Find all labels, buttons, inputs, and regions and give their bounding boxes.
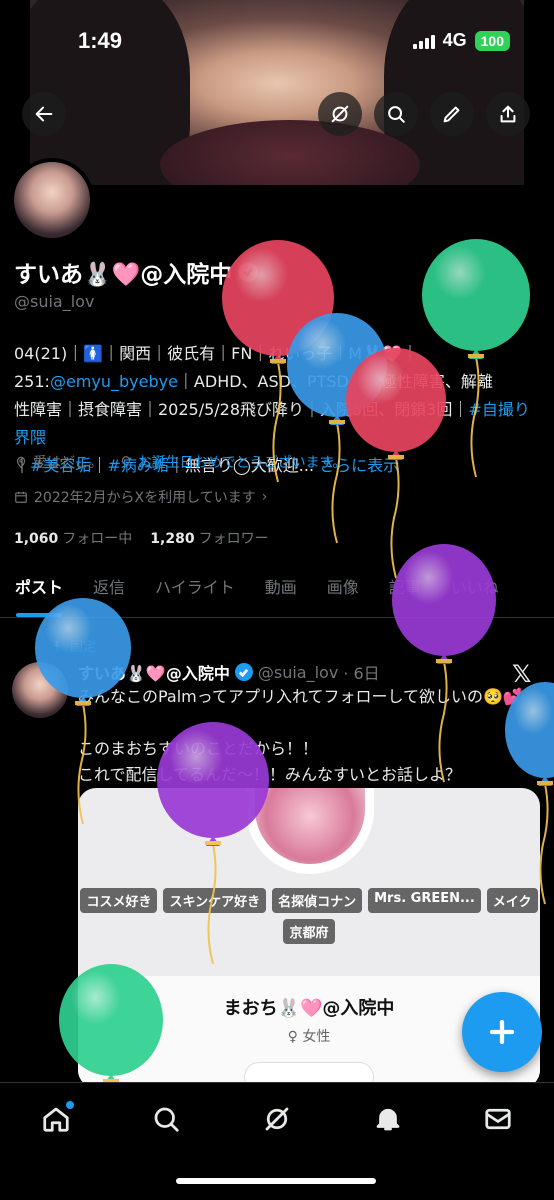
share-icon xyxy=(500,105,516,123)
bio-line-2-text: 251: xyxy=(14,372,50,391)
following-count: 1,060 xyxy=(14,531,59,547)
nav-messages[interactable] xyxy=(478,1099,518,1139)
profile-meta: 愛はどこ。 お誕生日おめでとうございます。 xyxy=(14,452,346,472)
location-pin-icon xyxy=(16,456,26,469)
tab-likes[interactable]: いいね xyxy=(436,566,514,617)
card-tag: コスメ好き xyxy=(80,888,158,913)
card-tags: コスメ好き スキンケア好き 名探偵コナン Mrs. GREEN... メイク 京… xyxy=(78,888,540,944)
edit-button[interactable] xyxy=(430,92,474,136)
bio-line-2-rest: ｜ADHD、ASD、PTSD、双極性障害、解離 xyxy=(177,372,493,391)
share-button[interactable] xyxy=(486,92,530,136)
tab-articles[interactable]: 記事 xyxy=(374,566,436,617)
pinned-indicator: 固定 xyxy=(50,636,96,655)
signal-icon xyxy=(412,33,435,49)
joined-text: 2022年2月からXを利用しています xyxy=(34,490,256,506)
status-indicators: 4G 100 xyxy=(412,30,510,51)
grok-icon xyxy=(265,1107,289,1131)
battery-icon: 100 xyxy=(474,30,510,51)
profile-tabs: ポスト 返信 ハイライト 動画 画像 記事 いいね xyxy=(0,566,554,618)
nav-search[interactable] xyxy=(146,1099,186,1139)
card-tag: 名探偵コナン xyxy=(272,888,363,913)
post-header: すいあ🐰🩷@入院中 @suia_lov · 6日 xyxy=(78,660,380,684)
back-arrow-icon xyxy=(35,106,53,122)
follow-stats: 1,060 フォロー中 1,280 フォロワー xyxy=(14,528,269,548)
location-text: 愛はどこ。 xyxy=(33,455,103,471)
messages-icon xyxy=(485,1108,511,1130)
post-author-handle: @suia_lov xyxy=(257,662,339,682)
pinned-label: 固定 xyxy=(70,640,97,655)
nav-home[interactable] xyxy=(36,1099,76,1139)
back-button[interactable] xyxy=(22,92,66,136)
post-author-name[interactable]: すいあ🐰🩷@入院中 xyxy=(78,660,230,684)
grok-icon xyxy=(331,105,349,123)
pencil-icon xyxy=(443,106,460,123)
network-type: 4G xyxy=(442,30,467,50)
compose-button[interactable] xyxy=(462,992,542,1072)
tab-videos[interactable]: 動画 xyxy=(250,566,312,617)
profile-handle: @suia_lov xyxy=(14,292,95,311)
card-tag: Mrs. GREEN... xyxy=(368,888,481,913)
verified-badge-icon xyxy=(234,663,253,681)
card-tag: 京都府 xyxy=(283,919,335,944)
notification-dot xyxy=(66,1101,74,1109)
post-time[interactable]: · 6日 xyxy=(343,660,379,684)
birthday-link[interactable]: お誕生日おめでとうございます。 xyxy=(138,452,347,472)
chevron-right-icon: › xyxy=(261,489,268,505)
followers-link[interactable]: 1,280 フォロワー xyxy=(150,528,268,548)
card-avatar xyxy=(246,788,374,874)
tab-photos[interactable]: 画像 xyxy=(312,566,374,617)
post-author-avatar[interactable] xyxy=(12,662,68,718)
plus-icon xyxy=(489,1019,515,1045)
home-indicator xyxy=(176,1178,376,1184)
tab-replies[interactable]: 返信 xyxy=(78,566,140,617)
tab-posts[interactable]: ポスト xyxy=(0,566,78,617)
search-icon xyxy=(154,1107,179,1132)
notifications-icon xyxy=(376,1108,400,1131)
followers-count: 1,280 xyxy=(150,531,195,547)
balloon-icon xyxy=(121,456,130,468)
tab-highlights[interactable]: ハイライト xyxy=(140,566,250,617)
pin-icon xyxy=(53,640,61,651)
status-time: 1:49 xyxy=(78,28,123,53)
joined-date[interactable]: 2022年2月からXを利用しています › xyxy=(14,487,267,507)
card-tag: スキンケア好き xyxy=(163,888,267,913)
profile-avatar[interactable] xyxy=(10,158,94,242)
home-icon xyxy=(43,1107,69,1132)
followers-label: フォロワー xyxy=(198,531,269,547)
card-tag: メイク xyxy=(486,888,538,913)
search-button[interactable] xyxy=(374,92,418,136)
following-link[interactable]: 1,060 フォロー中 xyxy=(14,528,132,548)
location: 愛はどこ。 xyxy=(14,452,103,472)
following-label: フォロー中 xyxy=(62,531,133,547)
bio-line-3: 性障害｜摂食障害｜2025/5/28飛び降り｜入院5回、閉鎖3回｜ xyxy=(14,400,469,419)
profile-name-text: すいあ🐰🩷@入院中 xyxy=(14,262,233,288)
nav-grok[interactable] xyxy=(257,1099,297,1139)
post-text: みんなこのPalmってアプリ入れてフォローして欲しいの🥺💕 このまおちすいのこと… xyxy=(78,687,523,784)
nav-notifications[interactable] xyxy=(368,1099,408,1139)
search-icon xyxy=(388,106,405,123)
profile-name: すいあ🐰🩷@入院中 xyxy=(14,255,259,289)
calendar-icon xyxy=(15,491,27,503)
verified-badge-icon xyxy=(238,262,259,282)
birthday[interactable]: お誕生日おめでとうございます。 xyxy=(119,452,347,472)
grok-button[interactable] xyxy=(318,92,362,136)
bio-line-1: 04(21)｜🚺｜関西｜彼氏有｜FN｜れいっ子｜M🐰🩷｜ xyxy=(14,344,418,363)
bio-mention-link[interactable]: @emyu_byebye xyxy=(50,372,178,391)
